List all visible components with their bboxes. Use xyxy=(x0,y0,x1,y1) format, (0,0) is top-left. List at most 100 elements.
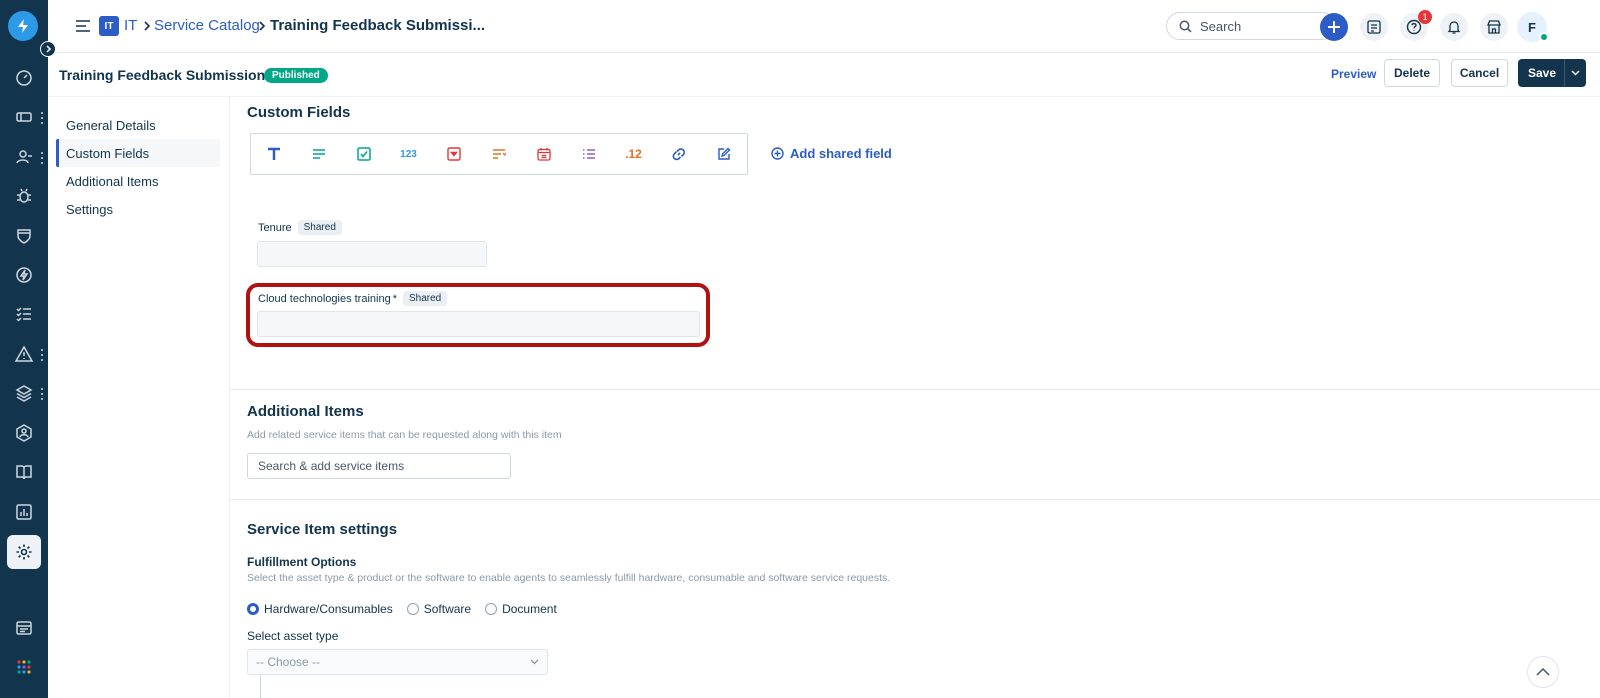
text-field-tool[interactable] xyxy=(251,134,296,174)
multi-select-list-icon xyxy=(582,148,596,160)
save-button[interactable]: Save xyxy=(1518,59,1586,87)
nav-item-custom-fields[interactable]: Custom Fields xyxy=(56,139,220,167)
tasks-list-icon[interactable] xyxy=(7,297,41,331)
cloud-training-field-input[interactable] xyxy=(257,311,700,337)
custom-edit-field-tool[interactable] xyxy=(701,134,746,174)
required-marker: * xyxy=(392,292,397,305)
custom-fields-title: Custom Fields xyxy=(247,104,351,121)
search-service-items-input[interactable]: Search & add service items xyxy=(247,453,511,479)
add-shared-field-label: Add shared field xyxy=(790,146,892,161)
asset-type-label: Select asset type xyxy=(247,629,339,643)
dashboard-icon[interactable] xyxy=(7,61,41,95)
contacts-more-icon[interactable] xyxy=(41,152,45,164)
alerts-more-icon[interactable] xyxy=(41,349,45,361)
assets-more-icon[interactable] xyxy=(41,388,45,400)
fulfillment-options-radio-group: Hardware/Consumables Software Document xyxy=(247,602,571,616)
assets-layers-icon[interactable] xyxy=(7,376,41,410)
asset-type-value: -- Choose -- xyxy=(256,655,321,669)
app-switcher-grid-icon[interactable] xyxy=(7,650,41,684)
cancel-button[interactable]: Cancel xyxy=(1451,59,1508,87)
radio-label: Hardware/Consumables xyxy=(264,602,393,616)
breadcrumb-service-catalog[interactable]: Service Catalog xyxy=(154,17,260,35)
service-item-settings-title: Service Item settings xyxy=(247,521,398,538)
shared-tag: Shared xyxy=(402,291,448,306)
avatar-initial: F xyxy=(1528,19,1536,35)
status-badge: Published xyxy=(264,68,328,83)
date-field-tool[interactable] xyxy=(521,134,566,174)
main-content: Custom Fields 123 .12 Add shared field T… xyxy=(230,97,1600,698)
radio-label: Document xyxy=(502,602,557,616)
help-question-icon[interactable]: 1 xyxy=(1400,10,1432,41)
breadcrumb-workspace[interactable]: IT xyxy=(124,17,137,35)
delete-button[interactable]: Delete xyxy=(1384,59,1440,87)
url-field-tool[interactable] xyxy=(656,134,701,174)
calendar-icon xyxy=(536,147,551,161)
number-field-tool[interactable]: 123 xyxy=(386,134,431,174)
preview-button[interactable]: Preview xyxy=(1331,67,1376,81)
tenure-field-input[interactable] xyxy=(257,241,487,267)
radio-document[interactable]: Document xyxy=(485,602,557,616)
admin-settings-gear-icon[interactable] xyxy=(7,535,41,569)
app-logo-icon[interactable] xyxy=(8,11,38,41)
top-header: IT IT Service Catalog Training Feedback … xyxy=(48,0,1600,53)
problems-bug-icon[interactable] xyxy=(7,179,41,213)
search-placeholder: Search xyxy=(1200,18,1242,34)
knowledge-book-icon[interactable] xyxy=(7,455,41,489)
projects-icon[interactable] xyxy=(7,416,41,450)
add-circle-plus-icon xyxy=(771,147,784,160)
marketplace-store-icon[interactable] xyxy=(1480,13,1508,41)
alerts-warning-icon[interactable] xyxy=(7,337,41,371)
section-divider xyxy=(230,499,1600,500)
releases-bolt-icon[interactable] xyxy=(7,258,41,292)
additional-items-title: Additional Items xyxy=(247,403,364,420)
field-name: Tenure xyxy=(258,221,292,234)
dropdown-icon xyxy=(446,147,461,161)
contacts-icon[interactable] xyxy=(7,140,41,174)
paragraph-field-tool[interactable] xyxy=(296,134,341,174)
tickets-icon[interactable] xyxy=(7,100,41,134)
field-type-toolbar: 123 .12 xyxy=(250,133,748,175)
multi-select-field-tool[interactable] xyxy=(566,134,611,174)
breadcrumb-separator-icon xyxy=(143,21,151,31)
decimal-field-tool[interactable]: .12 xyxy=(611,134,656,174)
dependent-field-icon xyxy=(492,148,506,160)
section-divider xyxy=(230,389,1600,390)
breadcrumb-separator-icon xyxy=(258,21,266,31)
nav-item-general-details[interactable]: General Details xyxy=(56,111,220,139)
nav-item-additional-items[interactable]: Additional Items xyxy=(56,167,220,195)
dependent-field-tool[interactable] xyxy=(476,134,521,174)
checkbox-icon xyxy=(356,147,371,161)
notifications-bell-icon[interactable] xyxy=(1440,13,1468,41)
asset-type-select[interactable]: -- Choose -- xyxy=(247,649,548,675)
save-label: Save xyxy=(1528,66,1557,80)
item-action-bar: Training Feedback Submission Published P… xyxy=(48,53,1600,97)
radio-software[interactable]: Software xyxy=(406,602,471,616)
global-search-input[interactable]: Search xyxy=(1166,12,1336,40)
chat-window-icon[interactable] xyxy=(7,611,41,645)
tree-connector-line xyxy=(260,675,261,698)
scroll-to-top-button[interactable] xyxy=(1527,656,1559,688)
checkbox-field-tool[interactable] xyxy=(341,134,386,174)
help-notification-badge: 1 xyxy=(1418,10,1432,24)
create-new-plus-button[interactable] xyxy=(1320,13,1348,41)
add-shared-field-button[interactable]: Add shared field xyxy=(771,146,892,161)
dropdown-field-tool[interactable] xyxy=(431,134,476,174)
todo-checklist-icon[interactable] xyxy=(1360,13,1388,41)
radio-hardware-consumables[interactable]: Hardware/Consumables xyxy=(247,602,393,616)
menu-hamburger-icon[interactable] xyxy=(75,19,91,33)
save-options-chevron-down-icon[interactable] xyxy=(1564,59,1586,87)
nav-item-settings[interactable]: Settings xyxy=(56,195,220,223)
online-status-dot xyxy=(1539,32,1549,42)
radio-selected-indicator xyxy=(247,603,259,615)
tenure-field-label: Tenure Shared xyxy=(258,220,342,235)
tickets-more-icon[interactable] xyxy=(41,112,45,124)
fulfillment-options-title: Fulfillment Options xyxy=(247,555,357,569)
paragraph-icon xyxy=(312,148,326,160)
changes-shield-icon[interactable] xyxy=(7,219,41,253)
reports-chart-icon[interactable] xyxy=(7,495,41,529)
chevron-down-icon xyxy=(530,659,539,665)
workspace-badge: IT xyxy=(99,16,119,36)
sidebar-expand-chevron-icon[interactable] xyxy=(40,41,56,57)
user-avatar[interactable]: F xyxy=(1517,12,1549,42)
radio-indicator xyxy=(406,603,419,615)
